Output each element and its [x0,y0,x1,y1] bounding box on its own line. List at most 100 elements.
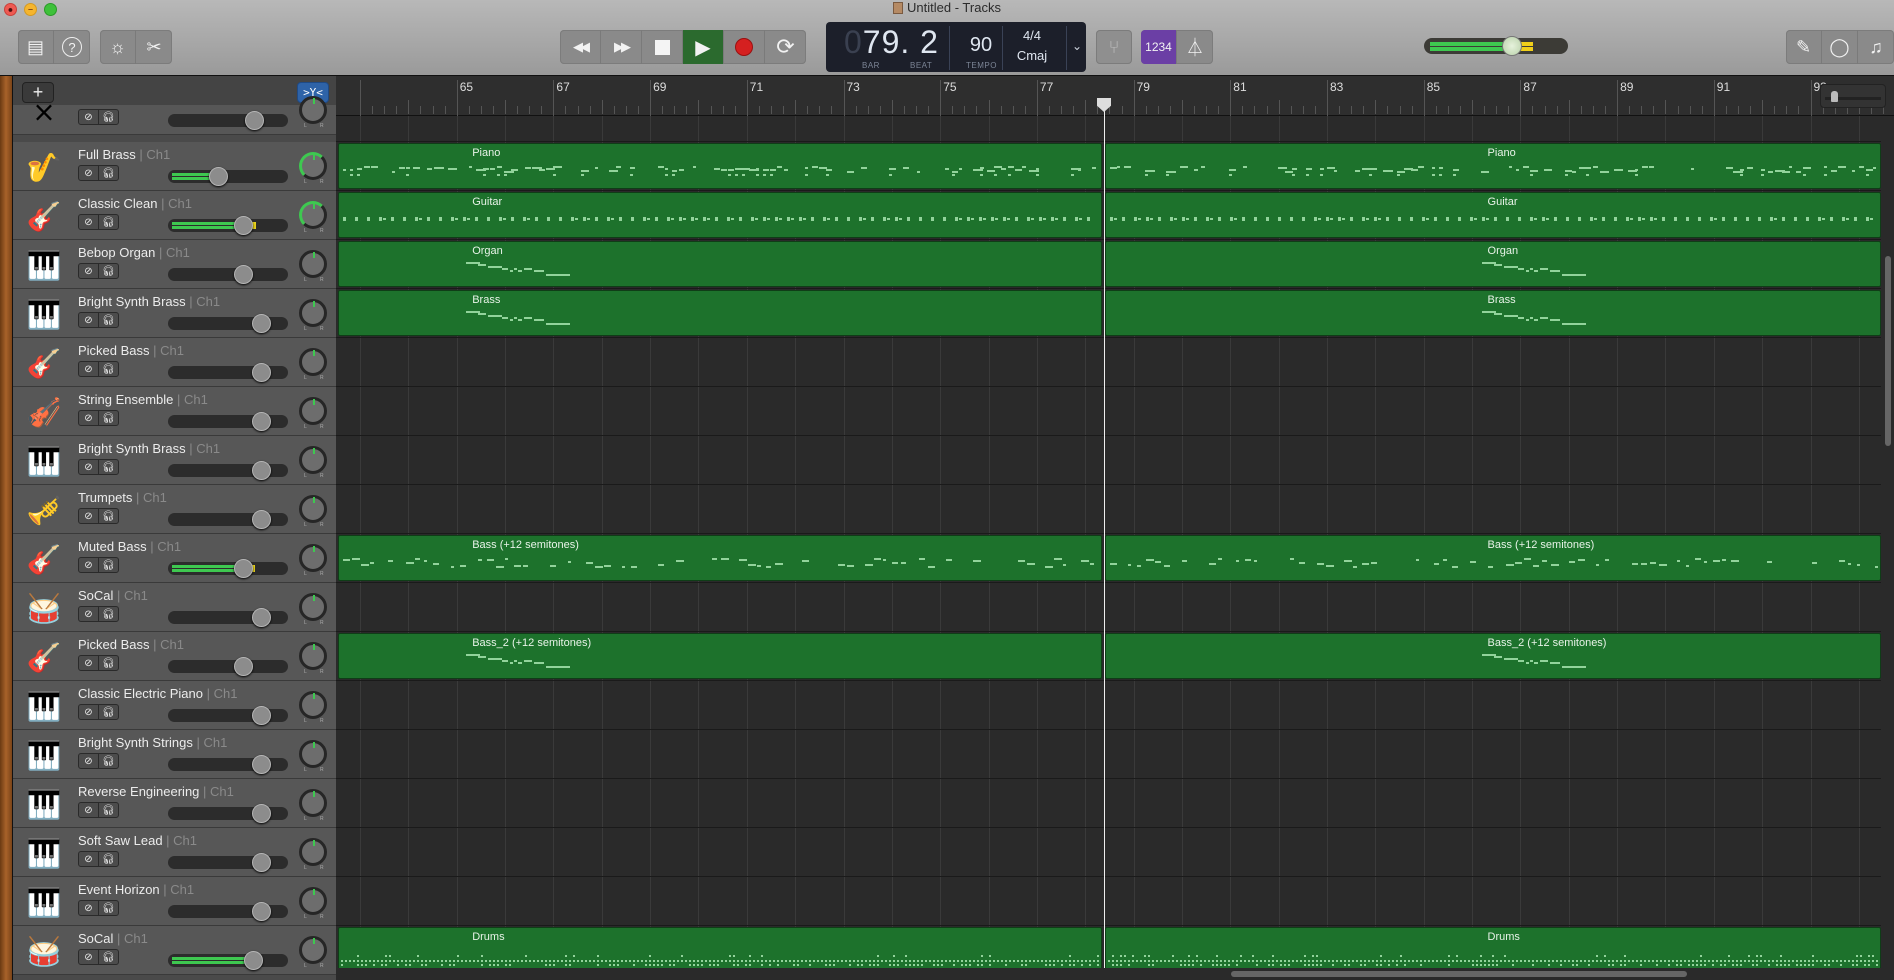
solo-button[interactable]: 🎧︎ [99,313,118,327]
solo-button[interactable]: 🎧︎ [99,166,118,180]
midi-region[interactable]: Brass [338,290,1102,336]
track-header[interactable]: 🎹 Soft Saw Lead | Ch1 ⊘ 🎧︎ L R [13,828,337,877]
mute-button[interactable]: ⊘ [79,362,99,376]
track-volume-slider[interactable] [168,608,288,627]
midi-region[interactable]: Bass (+12 semitones) [338,535,1102,581]
track-name[interactable]: Soft Saw Lead | Ch1 [78,833,197,848]
track-lane[interactable] [336,485,1881,534]
pan-knob[interactable]: LR [299,691,327,724]
track-header[interactable]: 🎻 String Ensemble | Ch1 ⊘ 🎧︎ L R [13,387,337,436]
cycle-button[interactable]: ⟳ [765,30,806,64]
mute-button[interactable]: ⊘ [79,110,99,124]
track-lane[interactable] [336,387,1881,436]
track-volume-slider[interactable] [168,902,288,921]
tuner-button[interactable]: ⑂ [1096,30,1132,64]
mute-button[interactable]: ⊘ [79,852,99,866]
track-name[interactable]: Bright Synth Strings | Ch1 [78,735,227,750]
pan-knob[interactable]: LR [299,789,327,822]
playhead-position[interactable]: 079. 2 [844,24,939,61]
track-lane[interactable] [336,338,1881,387]
pan-knob[interactable]: LR [299,593,327,626]
midi-region[interactable]: Bass_2 (+12 semitones) [1105,633,1881,679]
volume-thumb[interactable] [209,167,229,186]
track-name[interactable]: SoCal | Ch1 [78,588,148,603]
solo-button[interactable]: 🎧︎ [99,558,118,572]
volume-thumb[interactable] [251,363,271,382]
track-name[interactable]: Bright Synth Brass | Ch1 [78,441,220,456]
track-header[interactable]: 🎹 Classic Electric Piano | Ch1 ⊘ 🎧︎ L R [13,681,337,730]
track-volume-slider[interactable] [168,951,288,970]
track-header[interactable]: 🎹 Event Horizon | Ch1 ⊘ 🎧︎ L R [13,877,337,926]
solo-button[interactable]: 🎧︎ [99,110,118,124]
volume-thumb[interactable] [251,804,271,823]
track-volume-slider[interactable] [168,363,288,382]
track-volume-slider[interactable] [168,755,288,774]
lcd-chevron-down-icon[interactable]: ⌄ [1072,39,1082,53]
solo-button[interactable]: 🎧︎ [99,411,118,425]
track-header[interactable]: 🎹 Bright Synth Brass | Ch1 ⊘ 🎧︎ L R [13,436,337,485]
solo-button[interactable]: 🎧︎ [99,705,118,719]
smart-controls-button[interactable]: ☼ [100,30,136,64]
track-lane[interactable] [336,779,1881,828]
track-name[interactable]: String Ensemble | Ch1 [78,392,208,407]
pan-knob[interactable]: LR [299,740,327,773]
track-volume-slider[interactable] [168,657,288,676]
track-name[interactable]: Classic Clean | Ch1 [78,196,192,211]
mute-button[interactable]: ⊘ [79,705,99,719]
volume-thumb[interactable] [251,902,271,921]
notepad-button[interactable]: ✎ [1786,30,1822,64]
track-header[interactable]: 🎸 Picked Bass | Ch1 ⊘ 🎧︎ L R [13,338,337,387]
track-header[interactable]: 🎸 Muted Bass | Ch1 ⊘ 🎧︎ L R [13,534,337,583]
solo-button[interactable]: 🎧︎ [99,901,118,915]
midi-region[interactable]: Organ [338,241,1102,287]
volume-thumb[interactable] [251,412,271,431]
volume-thumb[interactable] [251,706,271,725]
solo-button[interactable]: 🎧︎ [99,656,118,670]
track-volume-slider[interactable] [168,559,288,578]
track-header[interactable]: 🥁 SoCal | Ch1 ⊘ 🎧︎ L R [13,926,337,975]
track-lane[interactable] [336,877,1881,926]
horizontal-scrollbar[interactable] [336,968,1894,980]
zoom-thumb[interactable] [1831,91,1838,102]
fast-forward-button[interactable]: ▶▶ [601,30,642,64]
solo-button[interactable]: 🎧︎ [99,803,118,817]
mute-button[interactable]: ⊘ [79,264,99,278]
pan-knob[interactable]: LR [299,299,327,332]
track-header[interactable]: 🎹 Bright Synth Strings | Ch1 ⊘ 🎧︎ L R [13,730,337,779]
play-button[interactable]: ▶ [683,30,724,64]
volume-thumb[interactable] [251,608,271,627]
pan-knob[interactable]: LR [299,397,327,430]
mute-button[interactable]: ⊘ [79,803,99,817]
track-name[interactable]: Bebop Organ | Ch1 [78,245,190,260]
track-header[interactable]: 🎸 Picked Bass | Ch1 ⊘ 🎧︎ L R [13,632,337,681]
tracks-area[interactable]: Piano Piano Guitar Guitar Organ Organ Brass Bra… [336,116,1881,968]
track-header[interactable]: 🎺 Trumpets | Ch1 ⊘ 🎧︎ L R [13,485,337,534]
vertical-scroll-thumb[interactable] [1885,256,1891,446]
track-lane[interactable] [336,681,1881,730]
volume-thumb[interactable] [244,111,264,130]
horizontal-scroll-thumb[interactable] [1231,971,1687,977]
volume-thumb[interactable] [251,755,271,774]
pan-knob[interactable]: LR [299,642,327,675]
mute-button[interactable]: ⊘ [79,754,99,768]
solo-button[interactable]: 🎧︎ [99,460,118,474]
stop-button[interactable] [642,30,683,64]
midi-region[interactable]: Drums [338,927,1102,968]
mute-button[interactable]: ⊘ [79,509,99,523]
tempo-value[interactable]: 90 [961,34,1001,57]
library-button[interactable]: ▤ [18,30,54,64]
track-name[interactable]: SoCal | Ch1 [78,931,148,946]
pan-knob[interactable]: LR [299,544,327,577]
pan-knob[interactable]: LR [299,887,327,920]
track-volume-slider[interactable] [168,167,288,186]
editors-button[interactable]: ✂ [136,30,172,64]
volume-thumb[interactable] [233,559,253,578]
track-header[interactable]: 🎹 Reverse Engineering | Ch1 ⊘ 🎧︎ L R [13,779,337,828]
track-volume-slider[interactable] [168,314,288,333]
track-lane[interactable] [336,436,1881,485]
master-volume-thumb[interactable] [1501,36,1522,56]
track-header[interactable]: 🎹 Bright Synth Brass | Ch1 ⊘ 🎧︎ L R [13,289,337,338]
mute-button[interactable]: ⊘ [79,950,99,964]
vertical-scrollbar[interactable] [1882,116,1894,968]
track-lane[interactable] [336,730,1881,779]
